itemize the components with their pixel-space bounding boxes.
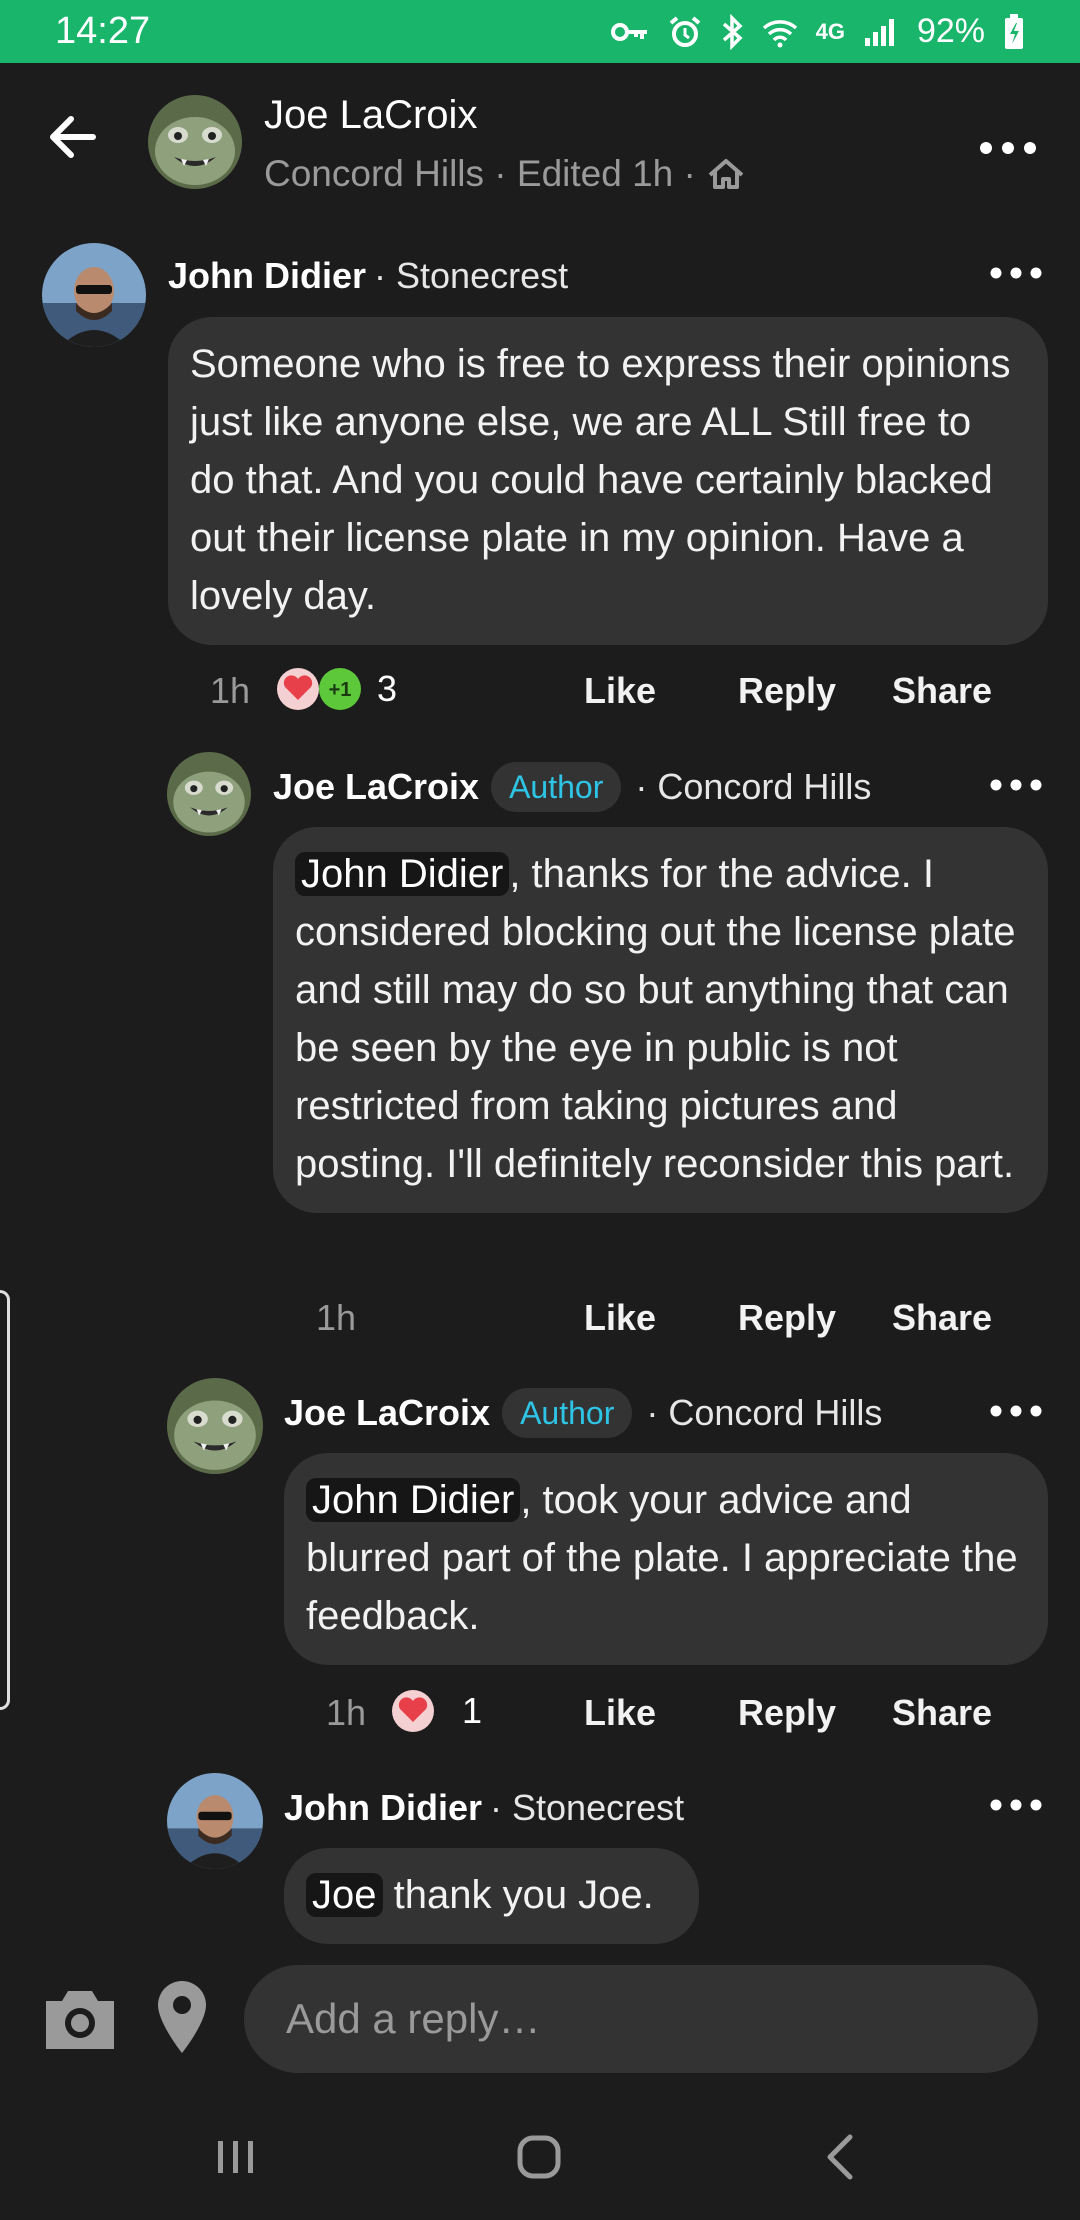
person-avatar-image xyxy=(42,243,146,347)
share-button[interactable]: Share xyxy=(892,1297,992,1339)
app-root: 14:27 4G 92% Joe LaCroix Concord Hills ·… xyxy=(0,0,1080,2220)
comment-location: · Concord Hills xyxy=(635,766,872,807)
status-time: 14:27 xyxy=(55,10,151,52)
more-options-icon[interactable] xyxy=(986,770,1046,800)
comment-text: Someone who is free to express their opi… xyxy=(190,342,1011,618)
author-badge: Author xyxy=(502,1388,633,1438)
user-mention[interactable]: Joe xyxy=(306,1873,383,1917)
heart-reaction-icon xyxy=(277,668,319,710)
comment-author[interactable]: John Didier xyxy=(284,1787,482,1829)
share-button[interactable]: Share xyxy=(892,1692,992,1734)
avatar[interactable] xyxy=(167,1378,263,1474)
reaction-count: 3 xyxy=(377,668,398,709)
more-options-icon[interactable] xyxy=(986,1790,1046,1820)
neighborhood-icon xyxy=(708,159,744,189)
reply-button[interactable]: Reply xyxy=(738,670,836,712)
header-title: Joe LaCroix xyxy=(264,93,478,137)
comment-time: 1h xyxy=(326,1692,367,1733)
location-pin-icon[interactable] xyxy=(152,1977,212,2057)
comment-header: Joe LaCroix Author · Concord Hills xyxy=(284,1386,882,1440)
comment-bubble: John Didier, thanks for the advice. I co… xyxy=(273,827,1048,1213)
comment-time: 1h xyxy=(316,1297,357,1338)
person-avatar-image xyxy=(167,1773,263,1869)
bluetooth-icon xyxy=(722,13,743,50)
comment-bubble: Joe thank you Joe. xyxy=(284,1848,699,1944)
author-badge: Author xyxy=(491,762,622,812)
network-type: 4G xyxy=(815,18,845,44)
comment-location: · Stonecrest xyxy=(374,255,569,296)
monster-avatar-image xyxy=(148,95,242,189)
more-options-icon[interactable] xyxy=(986,1396,1046,1426)
like-button[interactable]: Like xyxy=(584,1297,656,1339)
comment-location: · Stonecrest xyxy=(490,1787,685,1828)
home-icon[interactable] xyxy=(509,2127,569,2187)
heart-reaction-icon xyxy=(392,1690,434,1732)
comment-text: , thanks for the advice. I considered bl… xyxy=(295,852,1016,1186)
like-button[interactable]: Like xyxy=(584,670,656,712)
battery-charging-icon xyxy=(1005,13,1023,49)
share-button[interactable]: Share xyxy=(892,670,992,712)
more-options-icon[interactable] xyxy=(976,133,1040,163)
comment-time: 1h xyxy=(210,670,251,711)
comment-author[interactable]: Joe LaCroix xyxy=(284,1392,490,1434)
vpn-key-icon xyxy=(610,22,647,41)
system-back-icon[interactable] xyxy=(812,2127,872,2187)
camera-icon[interactable] xyxy=(40,1983,120,2055)
reaction-count: 1 xyxy=(462,1690,483,1731)
reaction-summary[interactable]: 1 xyxy=(390,1688,482,1734)
header-subtitle-text: Concord Hills · Edited 1h · xyxy=(264,153,696,194)
avatar[interactable] xyxy=(167,752,251,836)
signal-icon xyxy=(864,18,894,46)
alarm-icon xyxy=(669,15,700,47)
reply-input[interactable] xyxy=(244,1965,1038,2073)
avatar[interactable] xyxy=(167,1773,263,1869)
like-button[interactable]: Like xyxy=(584,1692,656,1734)
comment-header: John Didier · Stonecrest xyxy=(284,1782,684,1834)
status-icons: 4G 92% xyxy=(610,12,1025,51)
wifi-icon xyxy=(762,19,797,47)
header-subtitle: Concord Hills · Edited 1h · xyxy=(264,153,746,195)
reaction-summary[interactable]: +1 3 xyxy=(275,666,397,712)
reply-bar xyxy=(0,1955,1080,2085)
more-options-icon[interactable] xyxy=(986,258,1046,288)
monster-avatar-image xyxy=(167,1378,263,1474)
recent-apps-icon[interactable] xyxy=(206,2127,266,2187)
system-nav-bar xyxy=(0,2085,1080,2220)
reply-button[interactable]: Reply xyxy=(738,1297,836,1339)
edge-panel-handle[interactable] xyxy=(0,1290,10,1710)
comment-bubble: John Didier, took your advice and blurre… xyxy=(284,1453,1048,1665)
thread-header: Joe LaCroix Concord Hills · Edited 1h · xyxy=(0,63,1080,223)
comment-header: Joe LaCroix Author · Concord Hills xyxy=(273,760,871,814)
comment-bubble: Someone who is free to express their opi… xyxy=(168,317,1048,645)
avatar[interactable] xyxy=(42,243,146,347)
comment-author[interactable]: Joe LaCroix xyxy=(273,766,479,808)
comment-author[interactable]: John Didier xyxy=(168,255,366,297)
comment-text: thank you Joe. xyxy=(382,1873,654,1917)
comment-location: · Concord Hills xyxy=(646,1392,883,1433)
user-mention[interactable]: John Didier xyxy=(306,1478,521,1522)
status-bar: 14:27 4G 92% xyxy=(0,0,1080,63)
user-mention[interactable]: John Didier xyxy=(295,852,510,896)
battery-percent: 92% xyxy=(916,12,985,50)
plus-one-reaction-icon: +1 xyxy=(319,668,361,710)
back-arrow-icon[interactable] xyxy=(45,109,101,165)
reply-button[interactable]: Reply xyxy=(738,1692,836,1734)
comment-header: John Didier · Stonecrest xyxy=(168,250,568,302)
header-avatar[interactable] xyxy=(148,95,242,189)
monster-avatar-image xyxy=(167,752,251,836)
svg-text:+1: +1 xyxy=(329,679,352,701)
